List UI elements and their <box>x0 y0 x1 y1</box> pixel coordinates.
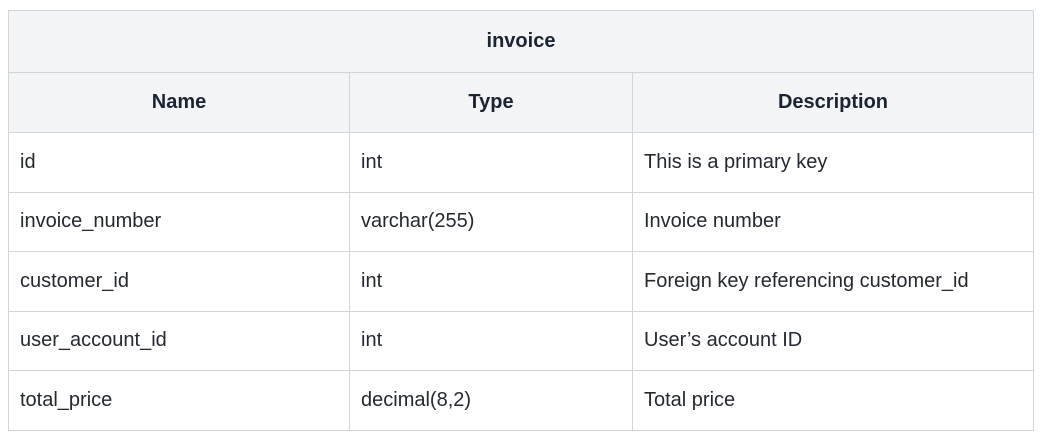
cell-type: decimal(8,2) <box>349 370 633 431</box>
cell-name: id <box>8 132 350 193</box>
cell-type: int <box>349 310 633 371</box>
cell-type: int <box>349 251 633 312</box>
cell-name: customer_id <box>8 251 350 312</box>
table-title: invoice <box>8 10 1034 73</box>
cell-name: total_price <box>8 370 350 431</box>
column-header-name: Name <box>8 72 350 133</box>
table-row: total_price decimal(8,2) Total price <box>8 370 1034 431</box>
column-header-description: Description <box>632 72 1034 133</box>
table-container: invoice Name Type Description id int Thi… <box>8 10 1034 431</box>
column-header-type: Type <box>349 72 633 133</box>
cell-type: varchar(255) <box>349 191 633 252</box>
cell-name: invoice_number <box>8 191 350 252</box>
cell-description: Foreign key referencing customer_id <box>632 251 1034 312</box>
invoice-table: invoice Name Type Description id int Thi… <box>8 10 1034 431</box>
cell-description: User’s account ID <box>632 310 1034 371</box>
cell-name: user_account_id <box>8 310 350 371</box>
table-title-row: invoice <box>8 10 1034 73</box>
table-row: id int This is a primary key <box>8 132 1034 193</box>
cell-description: This is a primary key <box>632 132 1034 193</box>
cell-description: Total price <box>632 370 1034 431</box>
table-row: invoice_number varchar(255) Invoice numb… <box>8 191 1034 252</box>
table-header-row: Name Type Description <box>8 72 1034 133</box>
cell-type: int <box>349 132 633 193</box>
table-row: user_account_id int User’s account ID <box>8 310 1034 371</box>
cell-description: Invoice number <box>632 191 1034 252</box>
table-row: customer_id int Foreign key referencing … <box>8 251 1034 312</box>
